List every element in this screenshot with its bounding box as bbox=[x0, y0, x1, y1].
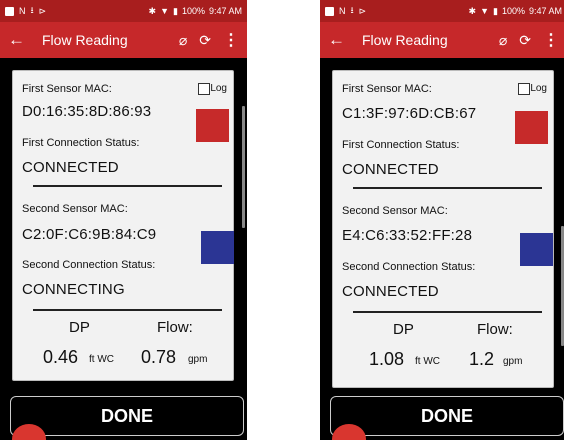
reading-panel: First Sensor MAC: Log C1:3F:97:6D:CB:67 … bbox=[332, 70, 554, 388]
image-notification-icon bbox=[5, 6, 14, 16]
status-bar: N ⭳ ⊳ ✱ ▼ ▮ 100% 9:47 AM bbox=[320, 0, 564, 22]
battery-percent: 100% bbox=[501, 6, 525, 16]
n-notification-icon: N bbox=[339, 6, 346, 16]
log-label: Log bbox=[530, 83, 547, 94]
app-bar: ← Flow Reading ⌀ ⟳ ⋮ bbox=[320, 22, 564, 58]
wifi-icon: ▼ bbox=[480, 6, 489, 16]
clock: 9:47 AM bbox=[208, 6, 242, 16]
second-status-value: CONNECTED bbox=[342, 283, 439, 300]
first-status-value: CONNECTED bbox=[22, 159, 119, 176]
dp-heading: DP bbox=[69, 319, 90, 336]
sensor2-color-swatch bbox=[520, 233, 553, 266]
first-mac-value: C1:3F:97:6D:CB:67 bbox=[342, 105, 477, 122]
divider bbox=[33, 185, 222, 187]
first-status-value: CONNECTED bbox=[342, 161, 439, 178]
second-status-label: Second Connection Status: bbox=[22, 259, 156, 271]
clock: 9:47 AM bbox=[528, 6, 562, 16]
flow-value: 1.2 bbox=[469, 349, 495, 369]
second-mac-value: E4:C6:33:52:FF:28 bbox=[342, 227, 473, 244]
second-mac-label: Second Sensor MAC: bbox=[22, 203, 128, 215]
flow-unit: gpm bbox=[503, 356, 523, 367]
sensor1-color-swatch bbox=[515, 111, 548, 144]
dp-value: 1.08 bbox=[369, 349, 405, 369]
log-checkbox[interactable] bbox=[198, 83, 210, 95]
second-mac-label: Second Sensor MAC: bbox=[342, 205, 448, 217]
bluetooth-icon: ✱ bbox=[148, 5, 157, 16]
dp-unit: ft WC bbox=[415, 356, 440, 367]
flow-heading: Flow: bbox=[477, 321, 513, 338]
flow-unit: gpm bbox=[188, 354, 208, 365]
back-arrow-icon[interactable]: ← bbox=[328, 30, 354, 50]
overflow-menu-icon[interactable]: ⋮ bbox=[543, 30, 559, 50]
sensor2-color-swatch bbox=[201, 231, 234, 264]
phone-screen-left: N ⭳ ⊳ ✱ ▼ ▮ 100% 9:47 AM ← Flow Reading … bbox=[0, 0, 247, 440]
log-label: Log bbox=[210, 83, 227, 94]
battery-icon: ▮ bbox=[492, 5, 498, 16]
first-status-label: First Connection Status: bbox=[342, 139, 460, 151]
flow-heading: Flow: bbox=[157, 319, 193, 336]
page-title: Flow Reading bbox=[42, 32, 128, 48]
page-title: Flow Reading bbox=[362, 32, 448, 48]
divider bbox=[353, 187, 542, 189]
wifi-icon: ▼ bbox=[160, 6, 169, 16]
first-mac-value: D0:16:35:8D:86:93 bbox=[22, 103, 152, 120]
first-mac-label: First Sensor MAC: bbox=[342, 83, 432, 95]
done-button[interactable]: DONE bbox=[10, 396, 244, 436]
refresh-icon[interactable]: ⟳ bbox=[519, 32, 531, 49]
phone-screen-right: N ⭳ ⊳ ✱ ▼ ▮ 100% 9:47 AM ← Flow Reading … bbox=[320, 0, 564, 440]
download-icon: ⭳ bbox=[350, 5, 354, 15]
first-status-label: First Connection Status: bbox=[22, 137, 140, 149]
second-status-value: CONNECTING bbox=[22, 281, 125, 298]
flow-value: 0.78 bbox=[141, 347, 177, 367]
sensor1-color-swatch bbox=[196, 109, 229, 142]
second-mac-value: C2:0F:C6:9B:84:C9 bbox=[22, 226, 157, 243]
done-button[interactable]: DONE bbox=[330, 396, 564, 436]
download-icon: ⭳ bbox=[30, 5, 34, 15]
bluetooth-icon: ✱ bbox=[468, 5, 477, 16]
second-status-label: Second Connection Status: bbox=[342, 261, 476, 273]
overflow-menu-icon[interactable]: ⋮ bbox=[223, 30, 239, 50]
battery-icon: ▮ bbox=[172, 5, 178, 16]
reading-panel: First Sensor MAC: Log D0:16:35:8D:86:93 … bbox=[12, 70, 234, 381]
refresh-icon[interactable]: ⟳ bbox=[199, 32, 211, 49]
battery-percent: 100% bbox=[181, 6, 205, 16]
divider bbox=[353, 311, 542, 313]
no-signal-icon[interactable]: ⌀ bbox=[499, 32, 507, 49]
cast-icon: ⊳ bbox=[358, 5, 367, 16]
scrollbar[interactable] bbox=[242, 106, 245, 228]
divider bbox=[33, 309, 222, 311]
status-bar: N ⭳ ⊳ ✱ ▼ ▮ 100% 9:47 AM bbox=[0, 0, 247, 22]
image-notification-icon bbox=[325, 6, 334, 16]
app-bar: ← Flow Reading ⌀ ⟳ ⋮ bbox=[0, 22, 247, 58]
n-notification-icon: N bbox=[19, 6, 26, 16]
first-mac-label: First Sensor MAC: bbox=[22, 83, 112, 95]
cast-icon: ⊳ bbox=[38, 5, 47, 16]
dp-value: 0.46 bbox=[43, 347, 79, 367]
dp-heading: DP bbox=[393, 321, 414, 338]
dp-unit: ft WC bbox=[89, 354, 114, 365]
no-signal-icon[interactable]: ⌀ bbox=[179, 32, 187, 49]
log-checkbox[interactable] bbox=[518, 83, 530, 95]
back-arrow-icon[interactable]: ← bbox=[8, 30, 34, 50]
